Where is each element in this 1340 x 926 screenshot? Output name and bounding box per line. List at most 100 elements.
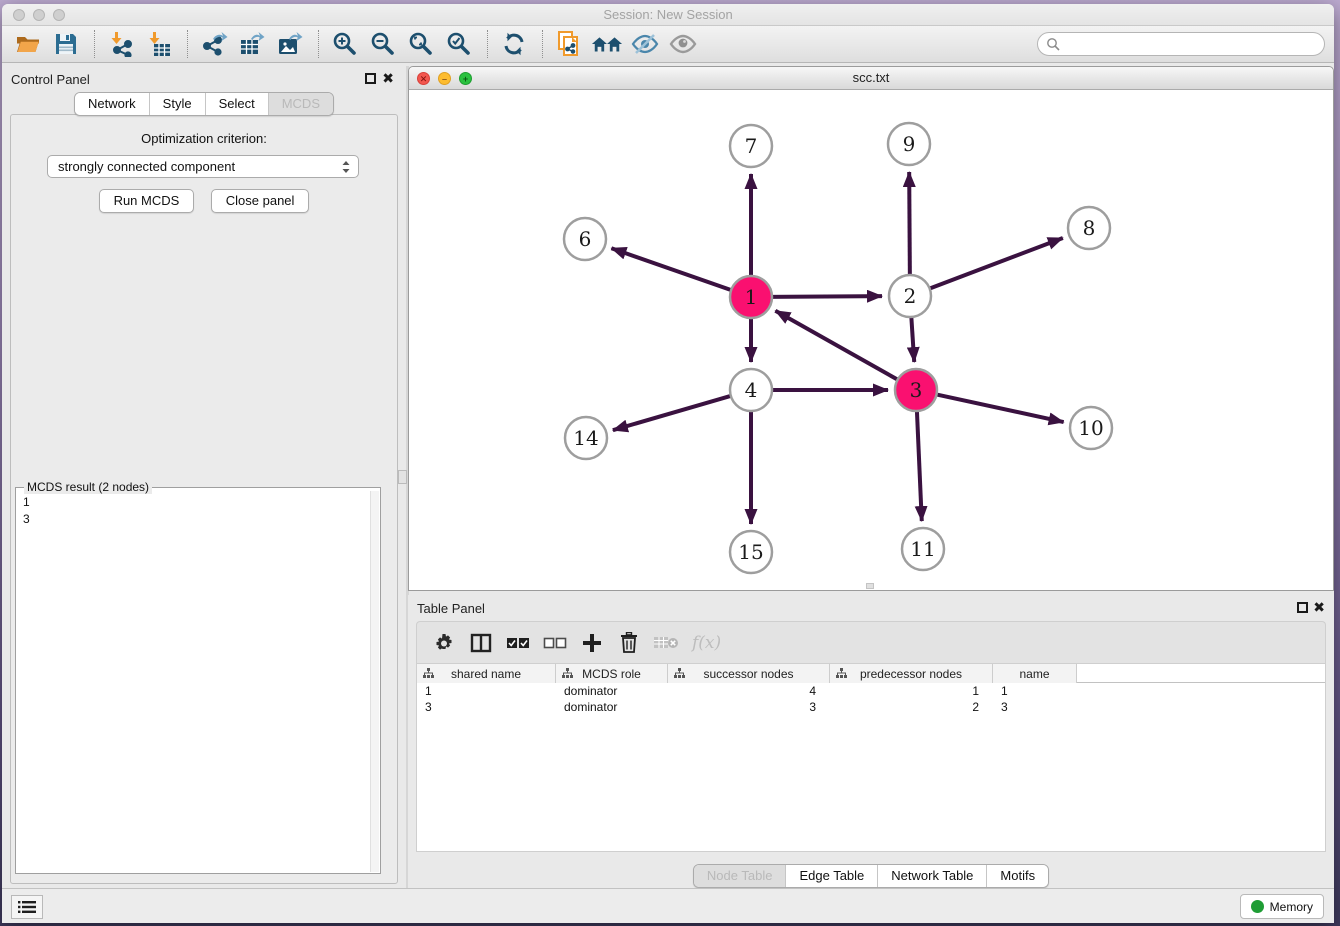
- function-builder-button[interactable]: f(x): [692, 633, 721, 653]
- edge-2-3[interactable]: [911, 315, 914, 362]
- table-row[interactable]: 1dominator411: [417, 683, 1325, 699]
- duplicate-network-icon: [556, 30, 582, 58]
- graph-node-label-4: 4: [745, 378, 758, 402]
- table-toolbar: f(x): [416, 621, 1326, 663]
- network-window-title: scc.txt: [409, 70, 1333, 85]
- split-view-button[interactable]: [466, 629, 496, 657]
- table-row[interactable]: 3dominator323: [417, 699, 1325, 715]
- column-header-predecessor-nodes[interactable]: predecessor nodes: [830, 664, 993, 683]
- select-stepper-icon: [341, 159, 351, 178]
- result-scrollbar[interactable]: [370, 491, 379, 872]
- application-window: Session: New Session: [2, 4, 1334, 923]
- edge-1-2[interactable]: [770, 296, 882, 297]
- import-table-button[interactable]: [143, 29, 175, 59]
- tab-style[interactable]: Style: [149, 93, 205, 115]
- network-canvas[interactable]: 1234678910111415: [409, 90, 1333, 590]
- toolbar-separator: [542, 30, 543, 58]
- refresh-icon: [501, 31, 527, 57]
- splitter-handle[interactable]: [398, 470, 407, 484]
- open-folder-icon: [15, 31, 41, 57]
- network-graph[interactable]: 1234678910111415: [409, 90, 1333, 590]
- zoom-fit-button[interactable]: [405, 29, 437, 59]
- export-table-icon: [238, 31, 266, 57]
- column-label: successor nodes: [703, 667, 793, 681]
- graph-node-label-6: 6: [579, 227, 592, 251]
- delete-table-button[interactable]: [651, 629, 681, 657]
- column-header-mcds-role[interactable]: MCDS role: [556, 664, 668, 683]
- zoom-out-button[interactable]: [367, 29, 399, 59]
- float-panel-icon[interactable]: [365, 73, 376, 84]
- export-table-button[interactable]: [236, 29, 268, 59]
- zoom-selected-button[interactable]: [443, 29, 475, 59]
- open-session-button[interactable]: [12, 29, 44, 59]
- close-panel-icon[interactable]: ✖: [382, 70, 394, 87]
- column-header-successor-nodes[interactable]: successor nodes: [668, 664, 830, 683]
- edge-2-9[interactable]: [909, 172, 910, 277]
- close-table-panel-icon[interactable]: ✖: [1313, 599, 1325, 616]
- edge-1-6[interactable]: [611, 248, 733, 290]
- run-mcds-button[interactable]: Run MCDS: [99, 189, 195, 213]
- tab-node-table[interactable]: Node Table: [694, 865, 786, 887]
- tab-network-table[interactable]: Network Table: [877, 865, 986, 887]
- edge-4-14[interactable]: [613, 395, 733, 430]
- zoom-fit-icon: [408, 31, 434, 57]
- hierarchy-icon: [423, 668, 434, 682]
- tab-select[interactable]: Select: [205, 93, 268, 115]
- select-all-button[interactable]: [503, 629, 533, 657]
- criterion-select[interactable]: strongly connected component: [47, 155, 359, 178]
- graph-node-label-11: 11: [910, 537, 935, 561]
- tab-motifs[interactable]: Motifs: [986, 865, 1048, 887]
- control-panel-title: Control Panel: [11, 72, 90, 87]
- table-cell: 2: [830, 699, 993, 715]
- float-table-panel-icon[interactable]: [1297, 602, 1308, 613]
- tab-network[interactable]: Network: [75, 93, 149, 115]
- criterion-value: strongly connected component: [58, 159, 235, 174]
- table-cell: 3: [993, 699, 1077, 715]
- import-network-icon: [108, 31, 134, 57]
- memory-button[interactable]: Memory: [1240, 894, 1324, 919]
- column-label: predecessor nodes: [860, 667, 962, 681]
- edge-3-10[interactable]: [935, 394, 1064, 422]
- save-session-button[interactable]: [50, 29, 82, 59]
- mcds-result-text: 1 3: [17, 491, 370, 872]
- close-panel-button[interactable]: Close panel: [211, 189, 310, 213]
- zoom-in-button[interactable]: [329, 29, 361, 59]
- task-list-icon: [18, 900, 36, 914]
- search-input[interactable]: [1064, 37, 1324, 51]
- deselect-all-button[interactable]: [540, 629, 570, 657]
- column-header-name[interactable]: name: [993, 664, 1077, 683]
- refresh-button[interactable]: [498, 29, 530, 59]
- tab-mcds[interactable]: MCDS: [268, 93, 333, 115]
- graph-node-label-14: 14: [573, 426, 598, 450]
- status-bar: Memory: [2, 888, 1334, 923]
- plus-icon: [582, 633, 602, 653]
- canvas-resize-handle[interactable]: [866, 583, 874, 589]
- hide-selected-button[interactable]: [629, 29, 661, 59]
- control-panel: Control Panel ✖ NetworkStyleSelectMCDS O…: [2, 66, 406, 888]
- houses-icon: [591, 32, 623, 56]
- table-settings-button[interactable]: [429, 629, 459, 657]
- tab-edge-table[interactable]: Edge Table: [785, 865, 877, 887]
- search-field[interactable]: [1037, 32, 1325, 56]
- network-window-titlebar[interactable]: ✕ – + scc.txt: [409, 67, 1333, 90]
- column-label: name: [1019, 667, 1049, 681]
- edge-3-11[interactable]: [917, 409, 922, 521]
- export-network-button[interactable]: [198, 29, 230, 59]
- column-header-shared-name[interactable]: shared name: [417, 664, 556, 683]
- edge-3-1[interactable]: [775, 311, 899, 381]
- first-neighbors-button[interactable]: [591, 29, 623, 59]
- task-history-button[interactable]: [11, 895, 43, 919]
- split-panes-icon: [470, 633, 492, 653]
- export-image-button[interactable]: [274, 29, 306, 59]
- add-column-button[interactable]: [577, 629, 607, 657]
- show-all-button[interactable]: [667, 29, 699, 59]
- title-bar: Session: New Session: [2, 4, 1334, 26]
- node-table[interactable]: shared nameMCDS role successor nodes prede…: [416, 663, 1326, 852]
- delete-table-icon: [653, 635, 679, 651]
- toolbar-separator: [94, 30, 95, 58]
- graph-node-label-2: 2: [904, 284, 917, 308]
- new-network-from-selection-button[interactable]: [553, 29, 585, 59]
- delete-column-button[interactable]: [614, 629, 644, 657]
- import-network-button[interactable]: [105, 29, 137, 59]
- edge-2-8[interactable]: [928, 238, 1063, 289]
